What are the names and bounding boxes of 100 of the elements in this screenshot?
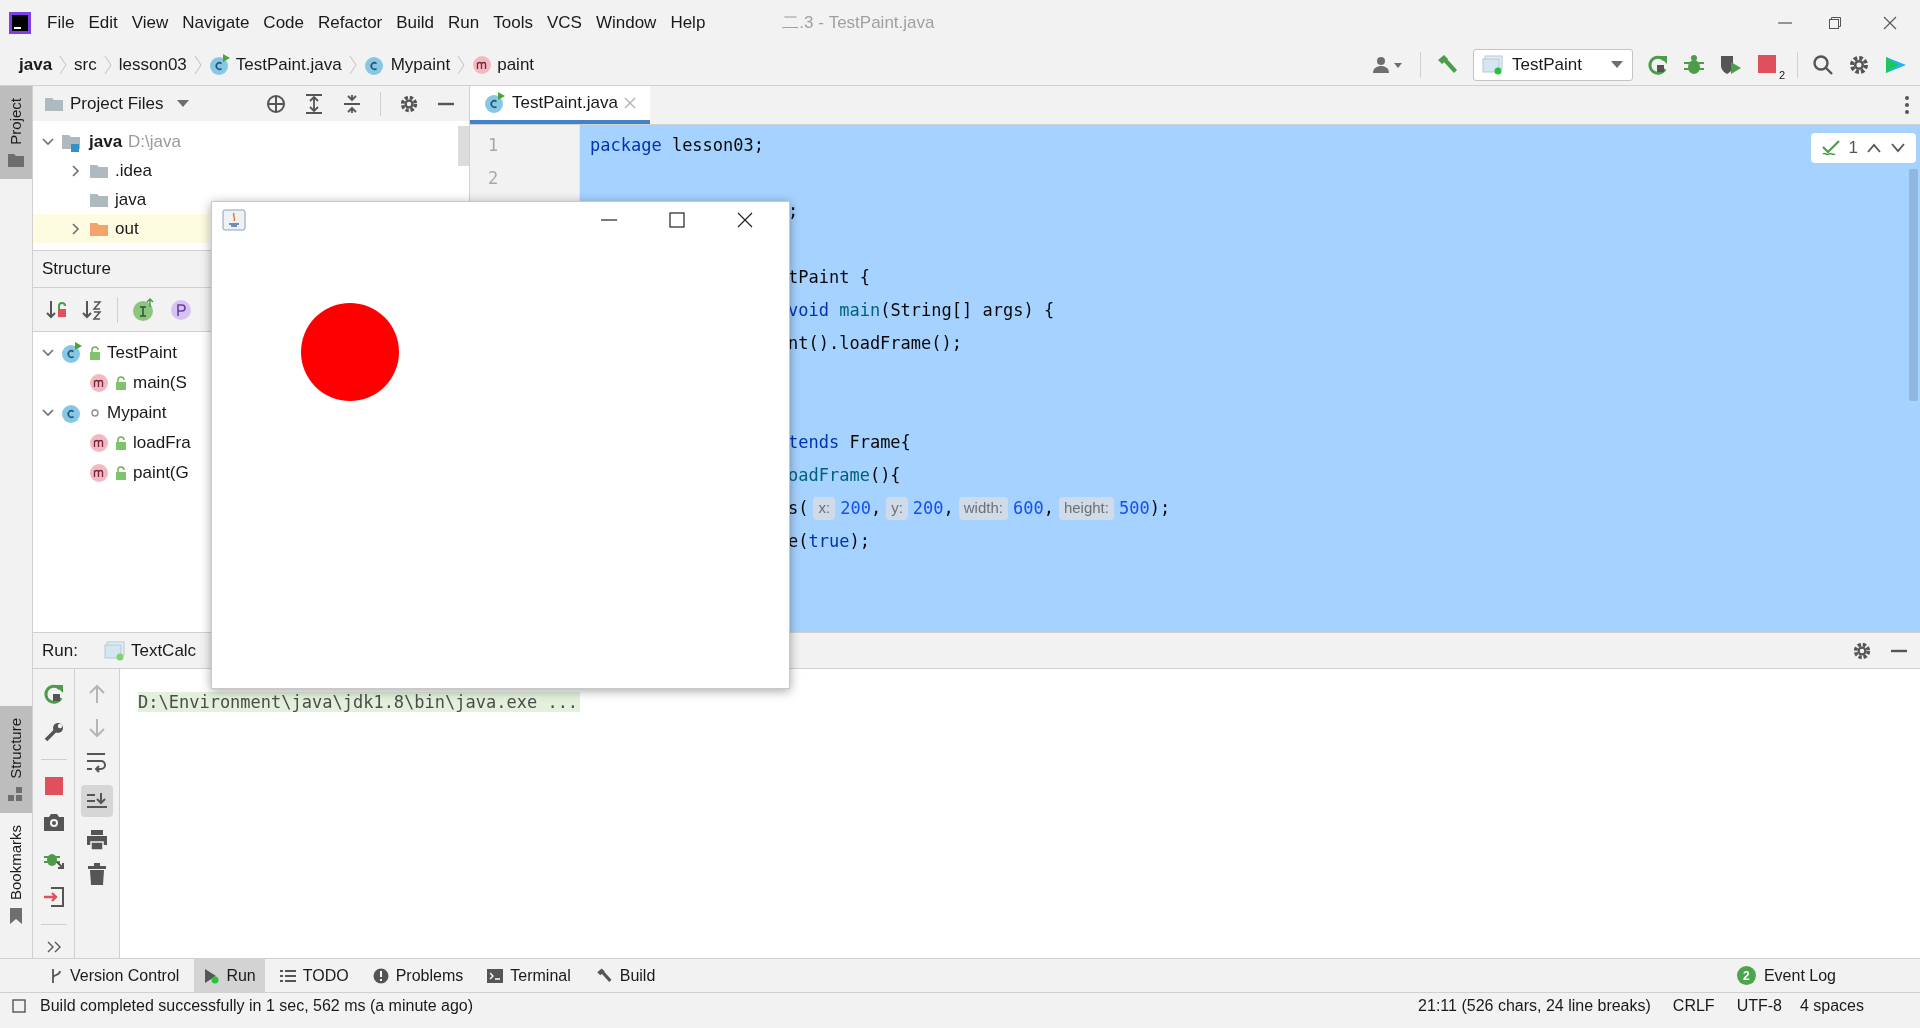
tool-window-tab[interactable]: Project [0, 86, 32, 179]
structure-item[interactable]: main(S [133, 370, 187, 396]
caret-position[interactable]: 21:11 (526 chars, 24 line breaks) [1418, 993, 1651, 1018]
caret-icon [1610, 60, 1624, 70]
event-log-button[interactable]: 2 Event Log [1736, 959, 1836, 992]
code-text: ; [788, 199, 799, 223]
editor-tab[interactable]: TestPaint.java [470, 86, 650, 124]
breadcrumb[interactable]: src [74, 52, 97, 78]
more-icon[interactable] [1904, 95, 1910, 115]
line-number: 1 [488, 133, 499, 157]
menu-item[interactable]: Edit [81, 5, 125, 40]
tree-row[interactable]: .idea [33, 156, 209, 185]
tree-row[interactable]: out [33, 214, 209, 243]
application-icon [1482, 55, 1504, 75]
show-properties-icon[interactable] [170, 298, 192, 321]
camera-icon[interactable] [42, 812, 65, 832]
code-text: 500); [1118, 496, 1171, 520]
code-text: 600, [1012, 496, 1054, 520]
tool-window-button[interactable]: Build [585, 959, 665, 992]
stop-icon[interactable] [1757, 54, 1779, 76]
tool-window-button[interactable]: Problems [363, 959, 473, 992]
tool-window-tab[interactable]: Bookmarks [0, 812, 32, 936]
tree-row[interactable]: java [33, 185, 209, 214]
maximize-icon [669, 212, 685, 228]
previous-icon[interactable] [1866, 142, 1882, 154]
line-separator[interactable]: CRLF [1672, 993, 1715, 1018]
menu-item[interactable]: Window [588, 5, 664, 40]
structure-item[interactable]: TestPaint [107, 340, 177, 366]
structure-icon [8, 786, 24, 801]
terminal-icon [487, 967, 504, 984]
menu-item[interactable]: File [40, 5, 82, 40]
file-encoding[interactable]: UTF-8 [1736, 993, 1782, 1018]
scroll-to-end-icon [86, 791, 108, 811]
inspection-widget[interactable]: 1 [1810, 133, 1916, 163]
stop-icon[interactable] [43, 776, 64, 796]
tool-window-button[interactable]: Run [194, 959, 265, 992]
menu-item[interactable]: Refactor [311, 5, 390, 40]
bug-icon[interactable] [1683, 54, 1705, 76]
structure-item[interactable]: Mypaint [107, 400, 167, 426]
menu-item[interactable]: Tools [486, 5, 540, 40]
method-icon [89, 433, 109, 453]
menu-item[interactable]: Run [441, 5, 487, 40]
warning-circle-icon [372, 967, 389, 984]
collapse-all-icon[interactable] [342, 93, 362, 114]
more-icon[interactable] [46, 941, 61, 953]
settings-icon[interactable] [1848, 54, 1870, 76]
runnable-class-icon [484, 92, 506, 114]
tool-window-button[interactable]: Terminal [478, 959, 580, 992]
search-icon[interactable] [1812, 54, 1834, 76]
show-inherited-icon[interactable] [132, 297, 156, 322]
method-icon [89, 463, 109, 483]
tool-window-button[interactable]: Version Control [40, 959, 189, 992]
status-message: Build completed successfully in 1 sec, 562 ms (a minute ago) [40, 995, 474, 1016]
expand-all-icon[interactable] [304, 93, 324, 114]
run-configuration-dropdown[interactable]: TestPaint [1473, 49, 1633, 81]
settings-icon[interactable] [399, 93, 419, 114]
menu-item[interactable]: Help [663, 5, 713, 40]
indent-setting[interactable]: 4 spaces [1799, 993, 1864, 1018]
folder-icon [8, 152, 24, 167]
sort-alphabetically-icon[interactable] [81, 298, 103, 321]
breadcrumb[interactable]: paint [497, 52, 535, 78]
menu-item[interactable]: Code [256, 5, 311, 40]
menu-item[interactable]: View [124, 5, 176, 40]
breadcrumb[interactable]: Mypaint [390, 52, 451, 78]
menu-item[interactable]: Build [389, 5, 442, 40]
breadcrumb[interactable]: java [19, 52, 53, 78]
coverage-icon[interactable] [1719, 54, 1743, 76]
import-icon[interactable] [42, 886, 65, 908]
code-text: void main(String[] args) { [788, 298, 1055, 322]
locate-icon[interactable] [266, 93, 286, 114]
tree-label: java [115, 188, 147, 211]
tool-window-tab[interactable]: Structure [0, 706, 32, 813]
code-text: package lesson03; [590, 133, 764, 157]
parameter-hint: height: [1058, 497, 1114, 520]
menu-item[interactable]: VCS [539, 5, 589, 40]
soft-wrap-icon[interactable] [85, 751, 109, 773]
code-text: tPaint { [788, 265, 870, 289]
sort-by-visibility-icon[interactable] [45, 298, 67, 321]
breadcrumb[interactable]: lesson03 [118, 52, 187, 78]
panel-title: Run: [42, 639, 78, 662]
breadcrumb[interactable]: TestPaint.java [235, 52, 342, 78]
tool-window-button[interactable]: TODO [270, 959, 358, 992]
tool-windows-toggle-icon[interactable] [12, 998, 26, 1013]
trash-icon[interactable] [87, 863, 107, 885]
print-icon[interactable] [86, 829, 108, 851]
tree-row[interactable]: java D:\java [33, 127, 209, 156]
run-tab[interactable]: TextCalc [103, 637, 197, 664]
next-icon[interactable] [1890, 142, 1906, 154]
scrollbar[interactable] [1909, 169, 1918, 401]
structure-item[interactable]: loadFra [133, 430, 191, 456]
scrollbar[interactable] [458, 126, 469, 166]
rerun-icon[interactable] [42, 683, 65, 705]
settings-icon[interactable] [1852, 640, 1872, 661]
minimize-icon [1778, 21, 1792, 24]
scroll-to-end-button[interactable] [81, 785, 113, 817]
rerun-icon[interactable] [1647, 54, 1669, 76]
runnable-class-icon [61, 342, 83, 364]
menu-item[interactable]: Navigate [175, 5, 257, 40]
structure-item[interactable]: paint(G [133, 460, 189, 486]
wrench-icon[interactable] [42, 721, 65, 743]
